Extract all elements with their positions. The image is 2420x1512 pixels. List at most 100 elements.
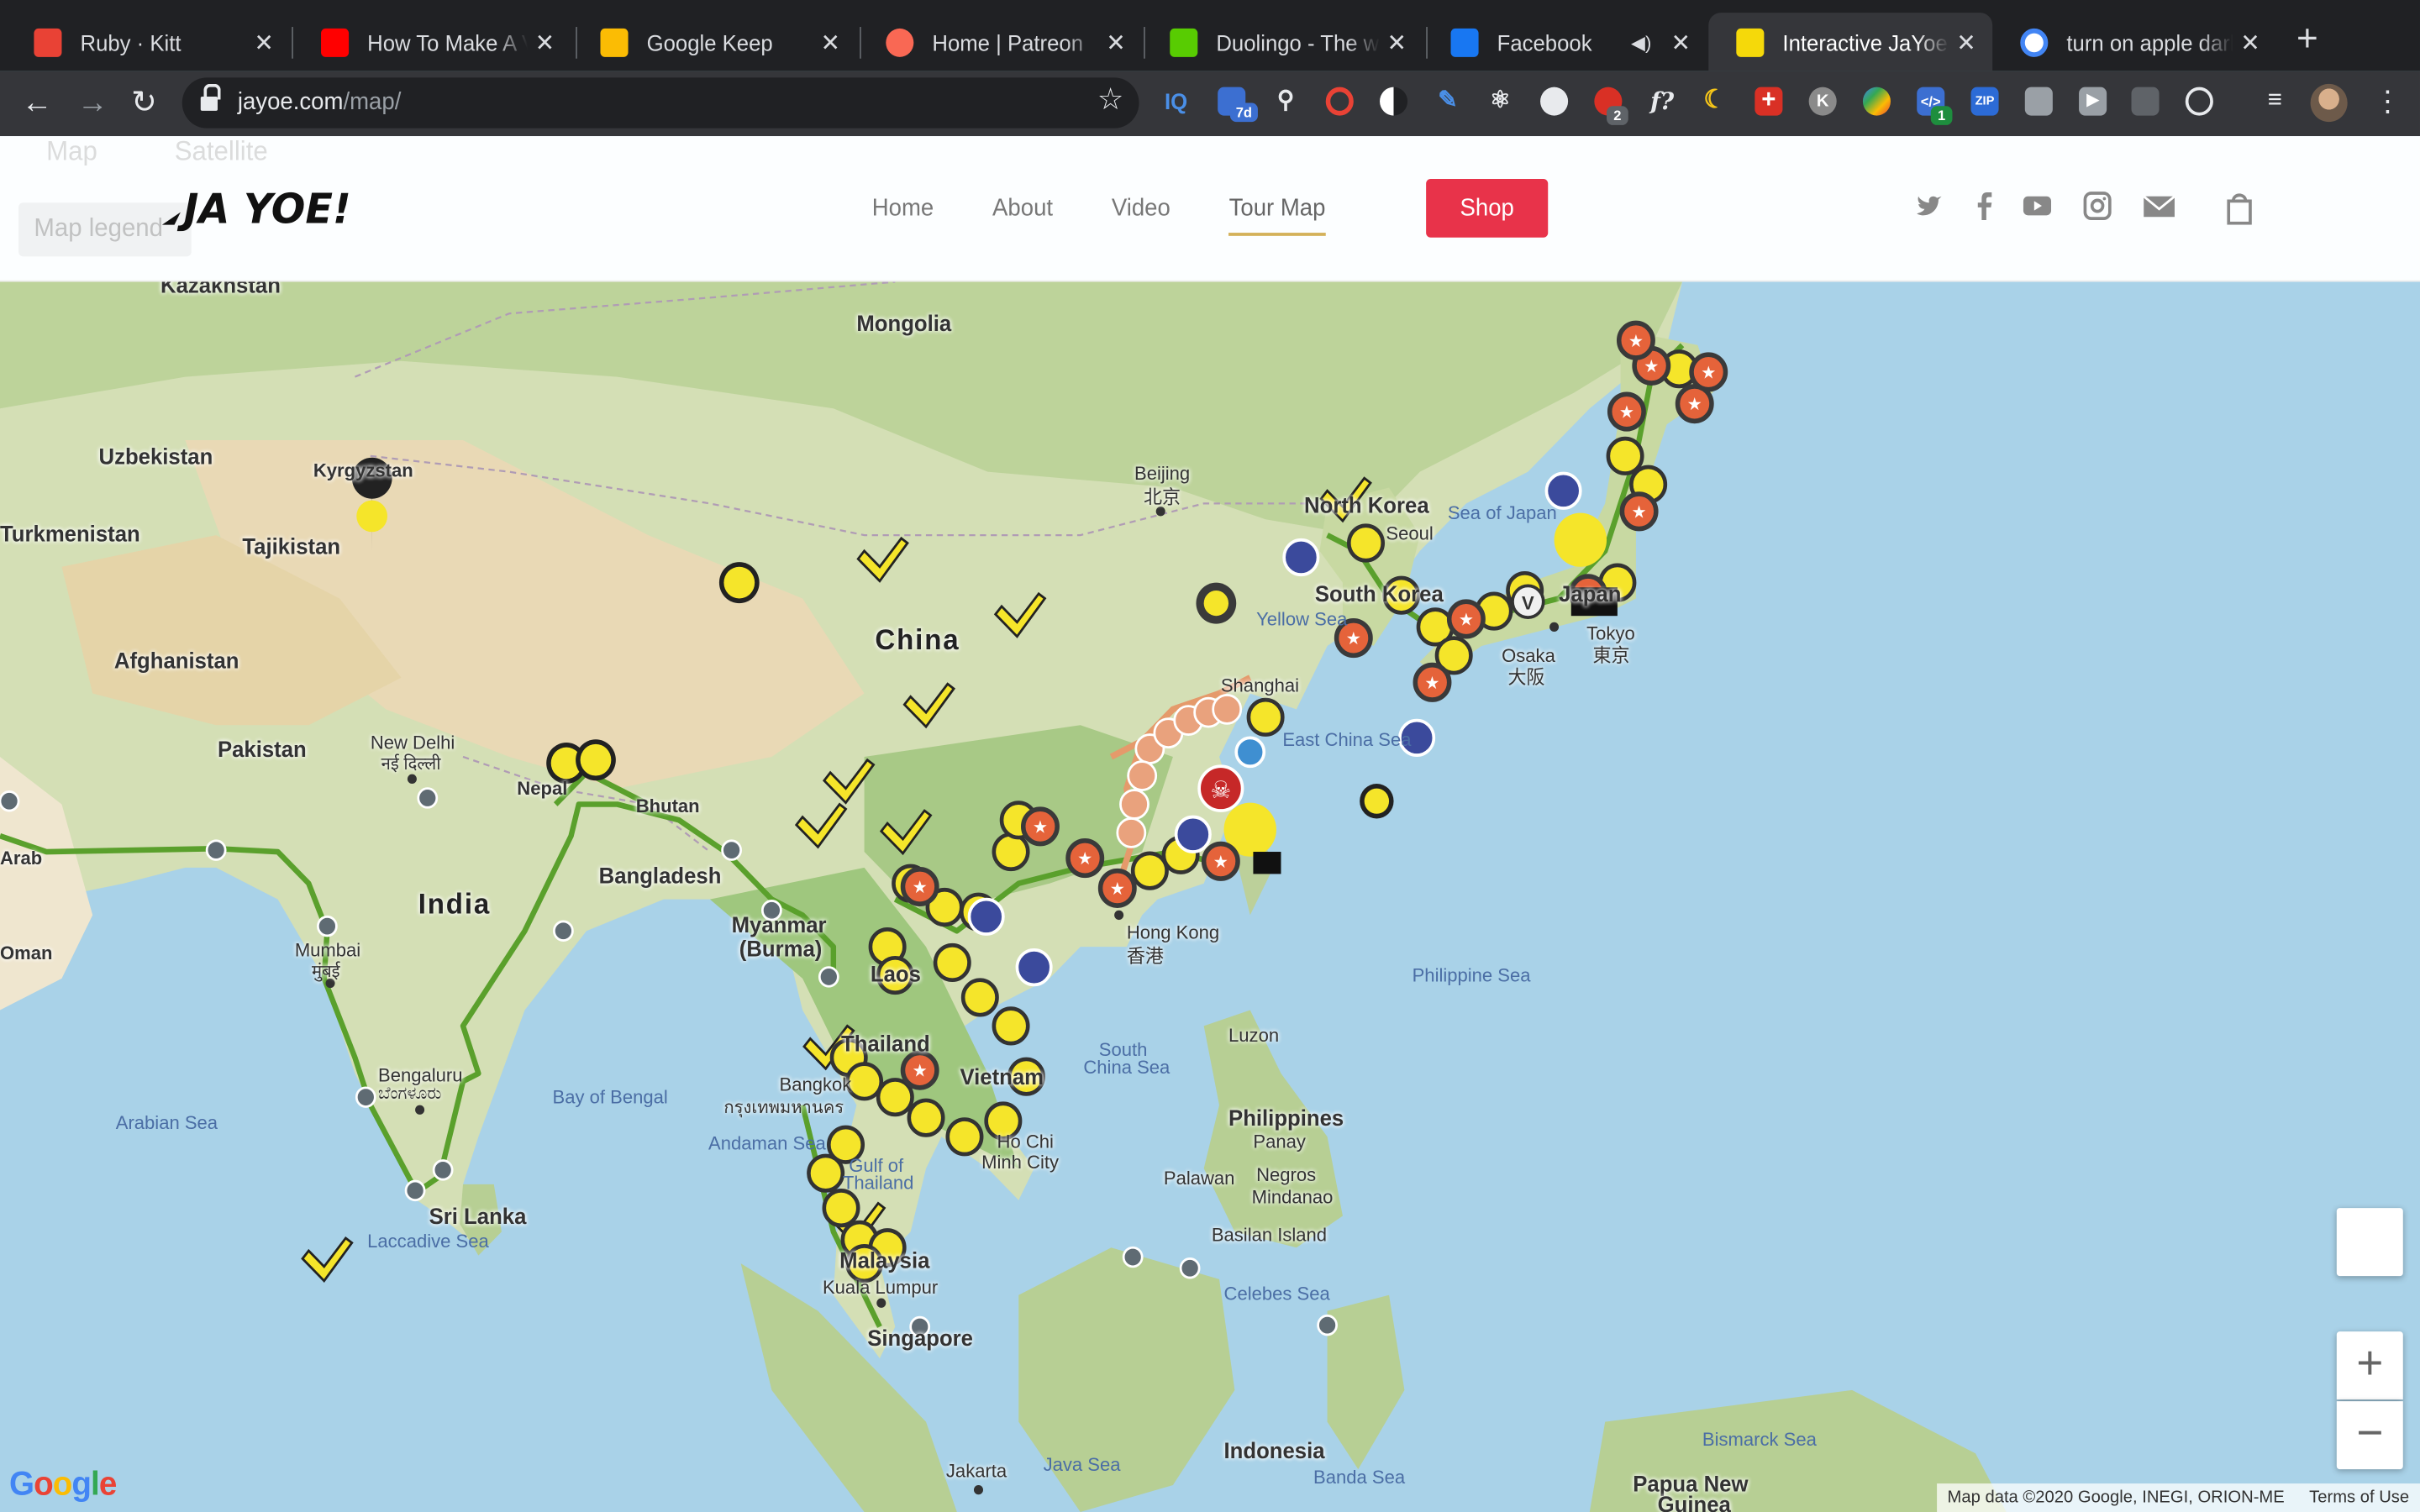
media-queue-icon[interactable]: ≡ <box>2261 87 2289 116</box>
extension-bulb-icon[interactable] <box>1540 87 1569 116</box>
url-text[interactable]: jayoe.com/map/ <box>238 89 401 116</box>
cluster-marker[interactable] <box>1116 817 1147 848</box>
browser-tab[interactable]: Duolingo - The wo ✕ <box>1142 13 1423 71</box>
twitter-icon[interactable] <box>1914 190 1945 222</box>
dark-mode-toggle-icon[interactable] <box>1380 87 1408 116</box>
extension-red-circle-icon[interactable] <box>1325 87 1354 116</box>
cluster-marker[interactable] <box>1212 694 1243 725</box>
nav-tour-map[interactable]: Tour Map <box>1228 195 1326 236</box>
bookmark-star-icon[interactable]: ☆ <box>1097 82 1123 118</box>
video-marker[interactable] <box>822 1189 860 1228</box>
youtube-icon[interactable] <box>2022 190 2053 222</box>
big-yellow-marker[interactable] <box>1554 512 1607 567</box>
boat-marker[interactable] <box>1174 815 1212 853</box>
waypoint-marker[interactable] <box>417 787 439 809</box>
extension-zip-icon[interactable]: ZIP <box>1970 87 1999 116</box>
extension-pen-icon[interactable]: ✎ <box>1434 87 1461 116</box>
email-icon[interactable] <box>2142 190 2175 222</box>
video-marker[interactable] <box>1606 436 1644 475</box>
extension-target-icon[interactable] <box>2185 87 2213 116</box>
boat-marker[interactable] <box>1282 538 1320 577</box>
waypoint-marker[interactable] <box>1122 1246 1144 1268</box>
address-bar[interactable]: jayoe.com/map/ ☆ <box>182 77 1139 129</box>
shop-button[interactable]: Shop <box>1426 178 1549 238</box>
close-tab-icon[interactable]: ✕ <box>1380 28 1413 56</box>
extension-rainbow-icon[interactable] <box>1862 87 1891 116</box>
waypoint-marker[interactable] <box>205 839 227 861</box>
browser-menu-icon[interactable]: ⋮ <box>2374 86 2402 118</box>
cluster-marker[interactable] <box>1127 760 1158 791</box>
close-tab-icon[interactable]: ✕ <box>247 28 281 56</box>
jayoe-glyph[interactable] <box>301 1236 354 1283</box>
waypoint-marker[interactable] <box>355 1086 376 1108</box>
satellite-tab[interactable]: Satellite <box>175 136 268 166</box>
browser-tab[interactable]: Google Keep ✕ <box>572 13 856 71</box>
shopping-bag-icon[interactable] <box>2224 190 2255 225</box>
video-marker[interactable] <box>945 1117 984 1157</box>
profile-avatar[interactable] <box>2310 83 2348 123</box>
extension-k-icon[interactable]: K <box>1808 87 1837 116</box>
extension-butterfly-icon[interactable] <box>2131 87 2160 116</box>
video-marker[interactable] <box>960 978 999 1017</box>
video-marker[interactable] <box>933 942 971 983</box>
waypoint-marker[interactable] <box>404 1179 426 1202</box>
video-marker[interactable] <box>807 1153 845 1193</box>
yellow-pin-marker[interactable] <box>1364 788 1390 814</box>
browser-tab[interactable]: turn on apple dark ✕ <box>1992 13 2276 71</box>
yellow-pin-marker[interactable] <box>356 500 388 533</box>
close-tab-icon[interactable]: ✕ <box>528 28 561 56</box>
browser-tab-active[interactable]: Interactive JaYoe ✕ <box>1708 13 1993 71</box>
yellow-pin-marker[interactable] <box>1203 591 1229 617</box>
close-tab-icon[interactable]: ✕ <box>1099 28 1133 56</box>
browser-tab[interactable]: Facebook ◀) ✕ <box>1423 13 1707 71</box>
browser-tab[interactable]: Ruby · Kitt ✕ <box>6 13 290 71</box>
waypoint-marker[interactable] <box>1317 1314 1338 1336</box>
extension-react-icon[interactable]: ⚛ <box>1486 87 1514 116</box>
terms-link[interactable]: Terms of Use <box>2309 1483 2409 1512</box>
extension-moon-icon[interactable]: ☾ <box>1701 87 1728 116</box>
video-marker[interactable] <box>1130 851 1169 890</box>
extension-iq-icon[interactable]: IQ <box>1162 87 1190 116</box>
video-marker[interactable] <box>992 832 1030 872</box>
extension-cross-icon[interactable]: + <box>1754 87 1783 116</box>
extension-search-icon[interactable]: ⚲ <box>1271 87 1299 116</box>
waypoint-marker[interactable] <box>818 966 839 988</box>
boat-marker[interactable] <box>1015 948 1053 987</box>
close-tab-icon[interactable]: ✕ <box>813 28 847 56</box>
close-tab-icon[interactable]: ✕ <box>1949 28 1983 56</box>
map-tab[interactable]: Map <box>46 136 97 166</box>
video-marker[interactable] <box>992 1006 1030 1046</box>
video-marker[interactable] <box>1246 697 1285 737</box>
waypoint-marker[interactable] <box>1179 1257 1201 1279</box>
extension-play-icon[interactable]: ▶ <box>2079 87 2107 116</box>
map-legend-button[interactable]: Map legend <box>18 202 192 257</box>
reload-icon[interactable]: ↻ <box>131 86 157 120</box>
waypoint-marker[interactable] <box>432 1159 454 1181</box>
fullscreen-button[interactable] <box>2336 1208 2403 1277</box>
facebook-icon[interactable] <box>1970 190 2001 222</box>
new-tab-button[interactable]: + <box>2296 18 2318 60</box>
speaker-icon[interactable]: ◀) <box>1631 31 1651 53</box>
close-tab-icon[interactable]: ✕ <box>1664 28 1697 56</box>
site-logo[interactable]: JA YOE! <box>161 181 366 231</box>
nav-video[interactable]: Video <box>1112 195 1171 236</box>
extension-ghost-icon[interactable] <box>2024 87 2053 116</box>
video-marker[interactable] <box>907 1098 945 1137</box>
back-icon[interactable]: ← <box>22 86 53 120</box>
yellow-pin-marker[interactable] <box>723 566 755 599</box>
extension-formula-icon[interactable]: f? <box>1649 87 1676 116</box>
waypoint-marker[interactable] <box>721 839 743 861</box>
browser-tab[interactable]: Home | Patreon ✕ <box>858 13 1142 71</box>
map-canvas[interactable]: ★★ ★★ ★★ ★★ ★★ ★★ ★★ ★★ <box>0 281 2420 1512</box>
cluster-marker[interactable] <box>1119 789 1150 820</box>
video-marker[interactable] <box>1347 523 1386 563</box>
browser-tab[interactable]: How To Make A Vi ✕ <box>293 13 571 71</box>
close-tab-icon[interactable]: ✕ <box>2233 28 2267 56</box>
yellow-pin-marker[interactable] <box>580 743 612 776</box>
video-marker[interactable] <box>845 1062 884 1101</box>
forward-icon[interactable]: → <box>77 86 108 120</box>
nav-home[interactable]: Home <box>872 195 934 236</box>
boat-marker[interactable] <box>967 897 1005 936</box>
nav-about[interactable]: About <box>992 195 1053 236</box>
waypoint-marker[interactable] <box>316 915 338 937</box>
